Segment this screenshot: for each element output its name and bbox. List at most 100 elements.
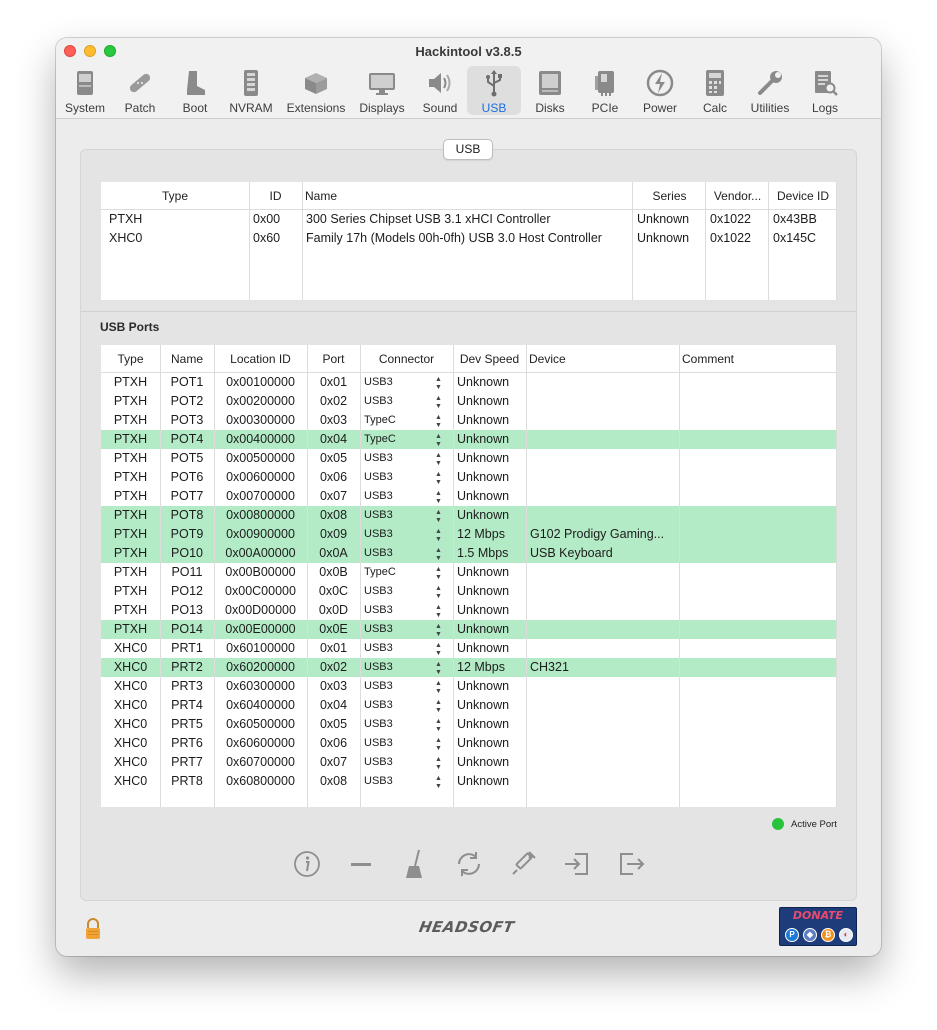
- connector-stepper-icon[interactable]: ▲ ▼: [435, 756, 442, 772]
- column-header-comment[interactable]: Comment: [679, 345, 837, 373]
- table-row[interactable]: XHC0 PRT1 0x60100000 0x01 USB3 Unknown ▲ ▼: [101, 639, 837, 658]
- toolbar-pcie[interactable]: PCIe: [581, 66, 629, 115]
- connector-stepper-icon[interactable]: ▲ ▼: [435, 376, 442, 392]
- connector-stepper-icon[interactable]: ▲ ▼: [435, 642, 442, 658]
- import-icon[interactable]: [559, 846, 595, 882]
- column-header-dev-speed[interactable]: Dev Speed: [453, 345, 526, 373]
- table-row[interactable]: PTXH PO13 0x00D00000 0x0D USB3 Unknown ▲ ▼: [101, 601, 837, 620]
- toolbar-sound[interactable]: Sound: [416, 66, 464, 115]
- table-row[interactable]: XHC0 PRT6 0x60600000 0x06 USB3 Unknown ▲ ▼: [101, 734, 837, 753]
- table-row[interactable]: PTXH POT6 0x00600000 0x06 USB3 Unknown ▲ ▼: [101, 468, 837, 487]
- toolbar-utilities[interactable]: Utilities: [744, 66, 796, 115]
- table-row[interactable]: XHC0 PRT2 0x60200000 0x02 USB3 12 Mbps CH321 ▲ …: [101, 658, 837, 677]
- column-header-device-id[interactable]: Device ID: [769, 182, 837, 210]
- column-header-device[interactable]: Device: [526, 345, 679, 373]
- controller-row[interactable]: PTXH 0x00 300 Series Chipset USB 3.1 xHC…: [101, 210, 837, 229]
- inject-icon[interactable]: [505, 846, 541, 882]
- toolbar-displays[interactable]: Displays: [355, 66, 409, 115]
- column-header-name[interactable]: Name: [302, 182, 632, 210]
- connector-stepper-icon[interactable]: ▲ ▼: [435, 604, 442, 620]
- connector-stepper-icon[interactable]: ▲ ▼: [435, 680, 442, 696]
- table-row[interactable]: PTXH POT4 0x00400000 0x04 TypeC Unknown ▲ ▼: [101, 430, 837, 449]
- toolbar-disks[interactable]: Disks: [526, 66, 574, 115]
- connector-stepper-icon[interactable]: ▲ ▼: [435, 528, 442, 544]
- table-row[interactable]: PTXH PO10 0x00A00000 0x0A USB3 1.5 Mbps USB Ke…: [101, 544, 837, 563]
- connector-stepper-icon[interactable]: ▲ ▼: [435, 433, 442, 449]
- connector-stepper-icon[interactable]: ▲ ▼: [435, 718, 442, 734]
- table-row[interactable]: PTXH PO11 0x00B00000 0x0B TypeC Unknown ▲ ▼: [101, 563, 837, 582]
- connector-stepper-icon[interactable]: ▲ ▼: [435, 452, 442, 468]
- export-icon[interactable]: [613, 846, 649, 882]
- table-row[interactable]: PTXH POT2 0x00200000 0x02 USB3 Unknown ▲ ▼: [101, 392, 837, 411]
- column-header-vendor[interactable]: Vendor...: [706, 182, 769, 210]
- table-row[interactable]: PTXH POT8 0x00800000 0x08 USB3 Unknown ▲ ▼: [101, 506, 837, 525]
- toolbar-logs[interactable]: Logs: [801, 66, 849, 115]
- table-row[interactable]: PTXH POT7 0x00700000 0x07 USB3 Unknown ▲ ▼: [101, 487, 837, 506]
- toolbar-nvram[interactable]: NVRAM: [226, 66, 276, 115]
- cell-name: POT5: [170, 451, 204, 465]
- toolbar-usb[interactable]: USB: [467, 66, 521, 115]
- toolbar-patch[interactable]: Patch: [116, 66, 164, 115]
- toolbar-extensions[interactable]: Extensions: [284, 66, 348, 115]
- table-row[interactable]: PTXH POT3 0x00300000 0x03 TypeC Unknown ▲ ▼: [101, 411, 837, 430]
- connector-stepper-icon[interactable]: ▲ ▼: [435, 395, 442, 411]
- cell-comment: [679, 563, 837, 582]
- cell-speed: Unknown: [457, 565, 510, 579]
- cell-type: PTXH: [113, 603, 148, 617]
- table-row[interactable]: PTXH POT5 0x00500000 0x05 USB3 Unknown ▲ ▼: [101, 449, 837, 468]
- cell-speed: Unknown: [457, 470, 510, 484]
- tab-usb[interactable]: USB: [443, 139, 493, 160]
- toolbar-calc[interactable]: Calc: [691, 66, 739, 115]
- cell-port: 0x02: [319, 660, 348, 674]
- table-row[interactable]: XHC0 PRT7 0x60700000 0x07 USB3 Unknown ▲ ▼: [101, 753, 837, 772]
- connector-stepper-icon[interactable]: ▲ ▼: [435, 414, 442, 430]
- connector-stepper-icon[interactable]: ▲ ▼: [435, 775, 442, 791]
- cell-comment: [679, 582, 837, 601]
- ports-table[interactable]: Type Name Location ID Port Connector Dev…: [101, 345, 837, 807]
- column-header-connector[interactable]: Connector: [360, 345, 453, 373]
- controller-row[interactable]: XHC0 0x60 Family 17h (Models 00h-0fh) US…: [101, 229, 837, 248]
- connector-stepper-icon[interactable]: ▲ ▼: [435, 547, 442, 563]
- column-header-series[interactable]: Series: [633, 182, 706, 210]
- toolbar-system[interactable]: System: [61, 66, 109, 115]
- table-row[interactable]: XHC0 PRT3 0x60300000 0x03 USB3 Unknown ▲ ▼: [101, 677, 837, 696]
- connector-stepper-icon[interactable]: ▲ ▼: [435, 737, 442, 753]
- cell-comment: [679, 449, 837, 468]
- toolbar-power[interactable]: Power: [636, 66, 684, 115]
- table-row[interactable]: PTXH POT1 0x00100000 0x01 USB3 Unknown ▲ ▼: [101, 373, 837, 392]
- connector-stepper-icon[interactable]: ▲ ▼: [435, 509, 442, 525]
- cell-port: 0x0B: [319, 565, 348, 579]
- table-row[interactable]: XHC0 PRT4 0x60400000 0x04 USB3 Unknown ▲ ▼: [101, 696, 837, 715]
- column-header-id[interactable]: ID: [249, 182, 302, 210]
- controllers-table[interactable]: Type ID Name Series Vendor... Device ID …: [101, 182, 837, 300]
- connector-stepper-icon[interactable]: ▲ ▼: [435, 699, 442, 715]
- column-header-name[interactable]: Name: [160, 345, 214, 373]
- clear-icon[interactable]: [397, 846, 433, 882]
- remove-icon[interactable]: [343, 846, 379, 882]
- lock-icon[interactable]: [84, 918, 102, 940]
- table-row[interactable]: XHC0 PRT8 0x60800000 0x08 USB3 Unknown ▲ ▼: [101, 772, 837, 791]
- table-row[interactable]: PTXH POT9 0x00900000 0x09 USB3 12 Mbps G102 Pr…: [101, 525, 837, 544]
- cell-location: 0x00100000: [226, 375, 295, 389]
- column-header-location-id[interactable]: Location ID: [214, 345, 307, 373]
- refresh-icon[interactable]: [451, 846, 487, 882]
- connector-stepper-icon[interactable]: ▲ ▼: [435, 585, 442, 601]
- cell-type: XHC0: [113, 660, 148, 674]
- connector-stepper-icon[interactable]: ▲ ▼: [435, 661, 442, 677]
- connector-stepper-icon[interactable]: ▲ ▼: [435, 566, 442, 582]
- column-header-port[interactable]: Port: [307, 345, 360, 373]
- app-window: Hackintool v3.8.5 System Patch Boot NVRA…: [56, 38, 881, 956]
- info-icon[interactable]: [289, 846, 325, 882]
- connector-stepper-icon[interactable]: ▲ ▼: [435, 490, 442, 506]
- toolbar-boot[interactable]: Boot: [171, 66, 219, 115]
- table-row[interactable]: PTXH PO14 0x00E00000 0x0E USB3 Unknown ▲ ▼: [101, 620, 837, 639]
- connector-stepper-icon[interactable]: ▲ ▼: [435, 623, 442, 639]
- connector-stepper-icon[interactable]: ▲ ▼: [435, 471, 442, 487]
- cell-device: [526, 468, 679, 487]
- column-header-type[interactable]: Type: [101, 182, 249, 210]
- column-header-type[interactable]: Type: [101, 345, 160, 373]
- donate-button[interactable]: DONATE P ◆ ₿ ◐: [779, 907, 857, 946]
- table-row[interactable]: PTXH PO12 0x00C00000 0x0C USB3 Unknown ▲ ▼: [101, 582, 837, 601]
- cell-comment: [679, 734, 837, 753]
- table-row[interactable]: XHC0 PRT5 0x60500000 0x05 USB3 Unknown ▲ ▼: [101, 715, 837, 734]
